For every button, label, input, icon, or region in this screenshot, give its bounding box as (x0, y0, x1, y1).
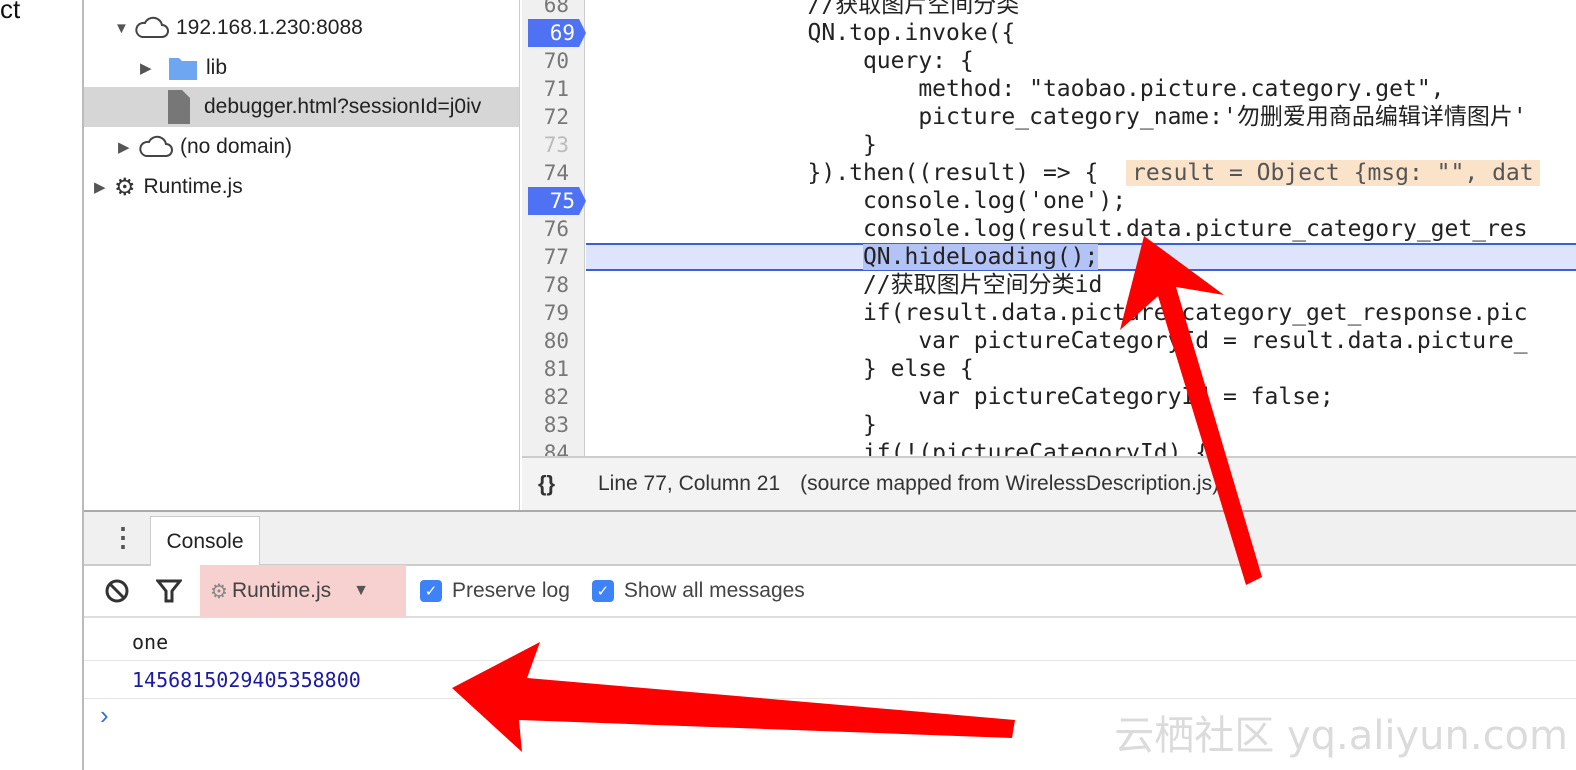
folder-icon (169, 58, 197, 80)
console-message: one (84, 623, 1576, 661)
cursor-position: Line 77, Column 21 (598, 472, 781, 495)
breakpoint-marker[interactable]: 75 (528, 187, 586, 215)
line-number[interactable]: 70 (522, 47, 585, 75)
code-text: method: "taobao.picture.category.get", (586, 76, 1445, 102)
tab-console[interactable]: Console (150, 516, 260, 566)
gear-icon: ⚙ (210, 580, 228, 603)
code-text: QN.top.invoke({ (586, 20, 1016, 46)
gear-icon: ⚙ (114, 173, 136, 201)
current-execution-line[interactable]: QN.hideLoading(); (586, 243, 1576, 271)
more-options-icon[interactable]: ⋮ (110, 522, 136, 553)
code-text: if(result.data.picture_category_get_resp… (586, 300, 1528, 326)
code-line[interactable]: method: "taobao.picture.category.get", (586, 75, 1576, 103)
collapsed-triangle-icon[interactable]: ▶ (118, 138, 138, 156)
code-line[interactable]: console.log(result.data.picture_category… (586, 215, 1576, 243)
code-line[interactable]: } else { (586, 355, 1576, 383)
tree-item-label: Runtime.js (143, 175, 243, 198)
line-number[interactable]: 77 (522, 243, 585, 271)
context-selector[interactable]: ⚙ Runtime.js ▼ (200, 565, 406, 617)
code-text: } (586, 132, 877, 158)
code-text: var pictureCategoryId = false; (586, 384, 1334, 410)
watermark: 云栖社区 yq.aliyun.com (1114, 713, 1568, 759)
code-text: console.log('one'); (586, 188, 1127, 214)
editor-status-bar: {} Line 77, Column 21 (source mapped fro… (522, 456, 1576, 510)
clear-console-icon[interactable] (104, 578, 130, 604)
console-toolbar: ⚙ Runtime.js ▼ ✓ Preserve log ✓ Show all… (84, 565, 1576, 618)
tree-item-label: lib (206, 56, 228, 79)
line-number[interactable]: 78 (522, 271, 585, 299)
code-text: if(!(pictureCategoryId) { (586, 440, 1210, 456)
console-message-number: 1456815029405358800 (84, 661, 1576, 699)
code-text: } else { (586, 356, 974, 382)
line-number[interactable]: 81 (522, 355, 585, 383)
preserve-log-checkbox[interactable]: ✓ (420, 580, 442, 602)
tree-item-host[interactable]: ▼ 192.168.1.230:8088 (84, 8, 519, 48)
line-number-gutter[interactable]: 68 69 70 71 72 73 74 75 76 77 78 79 80 81 82 83 84 (522, 0, 586, 465)
code-line[interactable]: }).then((result) => { result = Object {m… (586, 159, 1576, 187)
cloud-icon (135, 16, 169, 38)
line-number[interactable]: 73 (522, 131, 585, 159)
tree-item-debugger-html[interactable]: debugger.html?sessionId=j0iv (84, 87, 519, 127)
code-text: var pictureCategoryId = result.data.pict… (586, 328, 1528, 354)
sources-navigator: ▼ 192.168.1.230:8088 ▶ lib debugger.html… (84, 0, 520, 510)
context-label: Runtime.js (231, 579, 332, 602)
code-line[interactable]: var pictureCategoryId = result.data.pict… (586, 327, 1576, 355)
code-line[interactable]: picture_category_name:'勿删爱用商品编辑详情图片' (586, 103, 1576, 131)
line-number[interactable]: 82 (522, 383, 585, 411)
show-all-messages-checkbox[interactable]: ✓ (591, 580, 614, 602)
code-line[interactable]: QN.top.invoke({ (586, 19, 1576, 47)
code-editor[interactable]: //获取图片空间分类 QN.top.invoke({ query: { meth… (586, 0, 1576, 456)
code-text: }).then((result) => { (586, 160, 1127, 186)
code-line[interactable]: if(!(pictureCategoryId) { (586, 439, 1576, 456)
file-icon (168, 90, 190, 124)
code-text: console.log(result.data.picture_category… (586, 216, 1528, 242)
show-all-messages-label: Show all messages (623, 579, 805, 602)
tree-item-lib[interactable]: ▶ lib (84, 48, 519, 88)
highlighted-code: QN.hideLoading(); (862, 244, 1099, 270)
partial-text: ct (0, 0, 21, 24)
tree-item-label: debugger.html?sessionId=j0iv (204, 95, 482, 118)
code-line[interactable]: //获取图片空间分类id (586, 271, 1576, 299)
filter-icon[interactable] (156, 578, 182, 604)
breakpoint-marker[interactable]: 69 (528, 19, 586, 47)
console-prompt[interactable]: › (100, 700, 109, 731)
drawer-tab-bar: ⋮ Console (84, 510, 1576, 566)
code-line[interactable]: //获取图片空间分类 (586, 0, 1576, 19)
tree-item-label: 192.168.1.230:8088 (176, 16, 363, 39)
code-text: } (586, 412, 877, 438)
code-text: picture_category_name:'勿删爱用商品编辑详情图片' (586, 104, 1527, 130)
code-line[interactable]: var pictureCategoryId = false; (586, 383, 1576, 411)
preserve-log-label: Preserve log (452, 579, 570, 602)
line-number[interactable]: 71 (522, 75, 585, 103)
pretty-print-button[interactable]: {} (538, 471, 598, 497)
collapsed-triangle-icon[interactable]: ▶ (140, 59, 168, 77)
tree-item-label: (no domain) (180, 135, 293, 158)
line-number[interactable]: 80 (522, 327, 585, 355)
line-number[interactable]: 74 (522, 159, 585, 187)
code-text: query: { (586, 48, 974, 74)
dropdown-arrow-icon: ▼ (353, 582, 369, 599)
tree-item-no-domain[interactable]: ▶ (no domain) (84, 127, 519, 167)
line-number[interactable]: 79 (522, 299, 585, 327)
line-number[interactable]: 76 (522, 215, 585, 243)
expanded-triangle-icon[interactable]: ▼ (114, 20, 134, 37)
line-number[interactable]: 68 (522, 0, 585, 19)
code-text: //获取图片空间分类 (586, 0, 1020, 18)
inline-value-preview: result = Object {msg: "", dat (1126, 160, 1540, 186)
line-number[interactable]: 83 (522, 411, 585, 439)
cloud-icon (139, 135, 173, 157)
code-line[interactable]: } (586, 131, 1576, 159)
source-map-info[interactable]: (source mapped from WirelessDescription.… (800, 472, 1219, 496)
code-line[interactable]: if(result.data.picture_category_get_resp… (586, 299, 1576, 327)
code-line[interactable]: query: { (586, 47, 1576, 75)
collapsed-triangle-icon[interactable]: ▶ (94, 178, 114, 196)
tree-item-runtime-js[interactable]: ▶ ⚙ Runtime.js (84, 167, 519, 207)
code-text: //获取图片空间分类id (586, 272, 1103, 298)
code-line[interactable]: console.log('one'); (586, 187, 1576, 215)
code-line[interactable]: } (586, 411, 1576, 439)
line-number[interactable]: 72 (522, 103, 585, 131)
